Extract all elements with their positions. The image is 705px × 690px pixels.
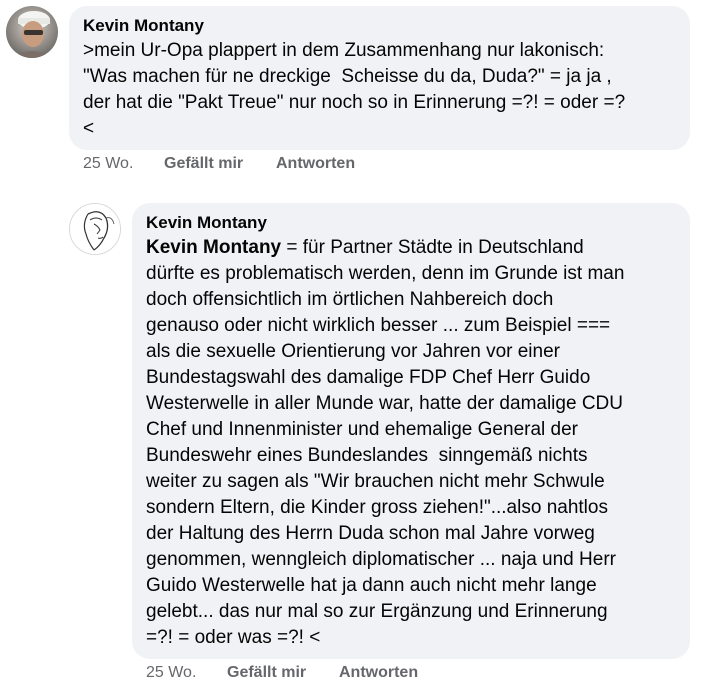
comment-line: Bundestagswahl des damalige FDP Chef Her… (146, 367, 591, 388)
comment-line: Bundeswehr eines Bundeslandes sinngemäß … (146, 445, 588, 466)
comment-line: der hat die "Pakt Treue" nur noch so in … (83, 92, 626, 113)
comment-line: dürfte es problematisch werden, denn im … (146, 263, 625, 284)
comment-actions: 25 Wo. Gefällt mir Antworten (83, 154, 355, 174)
comment-line: Westerwelle in aller Munde war, hatte de… (146, 393, 623, 414)
comment-line: gelebt... das nur mal so zur Ergänzung u… (146, 601, 608, 622)
reply-button[interactable]: Antworten (276, 154, 355, 174)
avatar[interactable] (6, 6, 58, 58)
comment-line: als die sexuelle Orientierung vor Jahren… (146, 341, 560, 362)
comment-timestamp[interactable]: 25 Wo. (83, 154, 164, 174)
comment-line: sondern Eltern, die Kinder gross ziehen!… (146, 497, 608, 518)
mention-link[interactable]: Kevin Montany (146, 237, 281, 258)
comment-bubble: Kevin Montany Kevin Montany = für Partne… (132, 203, 690, 659)
profile-photo-avatar-icon (6, 6, 58, 58)
comment-line: "Was machen für ne dreckige Scheisse du … (83, 66, 612, 87)
comment-line: weiter zu sagen als "Wir brauchen nicht … (146, 471, 605, 492)
like-button[interactable]: Gefällt mir (164, 154, 276, 174)
avatar[interactable] (69, 203, 121, 255)
comment-author[interactable]: Kevin Montany (83, 16, 676, 36)
like-button[interactable]: Gefällt mir (227, 663, 339, 683)
sketch-face-avatar-icon (70, 204, 120, 254)
reply-button[interactable]: Antworten (339, 663, 418, 683)
comment-line: = für Partner Städte in Deutschland (281, 237, 584, 258)
comment-timestamp[interactable]: 25 Wo. (146, 663, 227, 683)
comment-bubble: Kevin Montany >mein Ur-Opa plappert in d… (69, 6, 690, 150)
comment-line: genommen, wenngleich diplomatischer ... … (146, 549, 616, 570)
comment-line: Guido Westerwelle hat ja dann auch nicht… (146, 575, 597, 596)
comment-line: Chef und Innenminister und ehemalige Gen… (146, 419, 578, 440)
comment-text: >mein Ur-Opa plappert in dem Zusammenhan… (83, 38, 676, 142)
comment-line: >mein Ur-Opa plappert in dem Zusammenhan… (83, 40, 605, 61)
comment-actions: 25 Wo. Gefällt mir Antworten (146, 663, 418, 683)
comment-text: Kevin Montany = für Partner Städte in De… (146, 235, 676, 651)
comment-line: der Haltung des Herrn Duda schon mal Jah… (146, 523, 595, 544)
comment-author[interactable]: Kevin Montany (146, 213, 676, 233)
comment-line: < (83, 118, 95, 139)
comment-line: doch offensichtlich im örtlichen Nahbere… (146, 289, 554, 310)
comment-line: =?! = oder was =?! < (146, 627, 321, 648)
comment-line: genauso oder nicht wirklich besser ... z… (146, 315, 611, 336)
